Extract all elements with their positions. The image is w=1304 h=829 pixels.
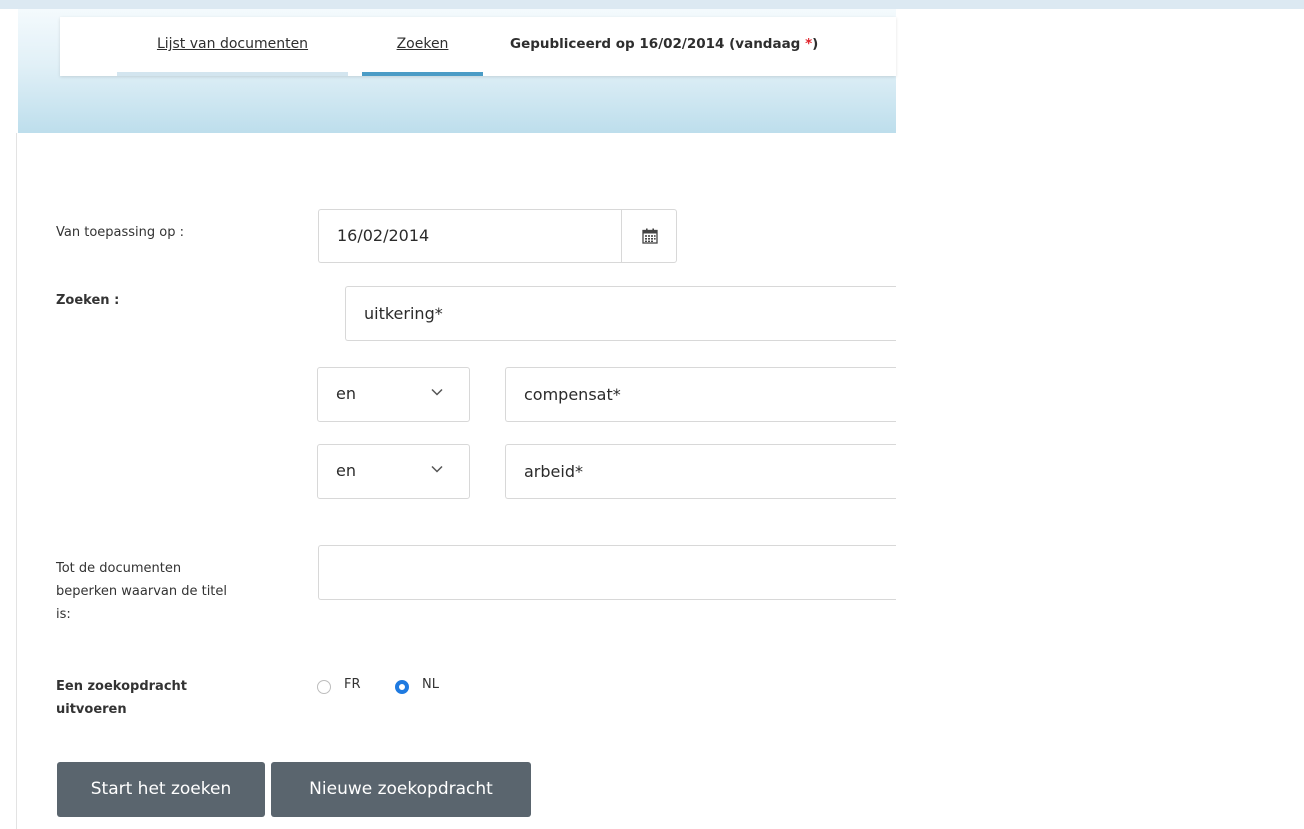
- search-term-1-input[interactable]: uitkering*: [345, 286, 896, 341]
- title-restrict-input[interactable]: [318, 545, 896, 600]
- operator-2-value: en: [336, 384, 356, 403]
- search-term-2-input[interactable]: compensat*: [505, 367, 896, 422]
- applicable-date-input[interactable]: 16/02/2014: [318, 209, 622, 263]
- tab-bar: Lijst van documenten Zoeken Gepubliceerd…: [60, 17, 896, 76]
- run-search-label-line1: Een zoekopdracht: [56, 679, 187, 694]
- applicable-date-label: Van toepassing op :: [56, 225, 184, 240]
- calendar-button[interactable]: [621, 209, 677, 263]
- chevron-down-icon: [431, 465, 443, 473]
- radio-nl-label: NL: [422, 677, 439, 692]
- tab-search-label: Zoeken: [396, 36, 449, 52]
- left-divider: [16, 133, 17, 829]
- title-restrict-label-line3: is:: [56, 607, 71, 622]
- title-restrict-label-line1: Tot de documenten: [56, 561, 182, 576]
- calendar-icon: [642, 228, 658, 244]
- radio-fr-label: FR: [344, 677, 361, 692]
- start-search-button[interactable]: Start het zoeken: [57, 762, 265, 817]
- run-search-label-line2: uitvoeren: [56, 702, 127, 717]
- chevron-down-icon: [431, 388, 443, 396]
- radio-nl-circle[interactable]: [395, 680, 409, 694]
- search-label: Zoeken :: [56, 293, 120, 308]
- title-restrict-label-line2: beperken waarvan de titel: [56, 584, 228, 599]
- title-restrict-label: Tot de documenten beperken waarvan de ti…: [56, 557, 227, 626]
- operator-select-2[interactable]: en: [317, 367, 470, 422]
- operator-3-value: en: [336, 461, 356, 480]
- tab-search[interactable]: Zoeken: [362, 17, 483, 76]
- tab-published-label: Gepubliceerd op 16/02/2014 (vandaag: [510, 36, 806, 52]
- tab-documents-list[interactable]: Lijst van documenten: [117, 17, 348, 76]
- tab-published-today[interactable]: Gepubliceerd op 16/02/2014 (vandaag *): [510, 17, 880, 76]
- run-search-label: Een zoekopdracht uitvoeren: [56, 675, 187, 721]
- search-term-3-input[interactable]: arbeid*: [505, 444, 896, 499]
- tab-documents-label: Lijst van documenten: [156, 36, 309, 52]
- top-strip: [0, 0, 1304, 9]
- radio-fr-circle[interactable]: [317, 680, 331, 694]
- operator-select-3[interactable]: en: [317, 444, 470, 499]
- tab-published-close: ): [812, 36, 819, 52]
- new-search-button[interactable]: Nieuwe zoekopdracht: [271, 762, 531, 817]
